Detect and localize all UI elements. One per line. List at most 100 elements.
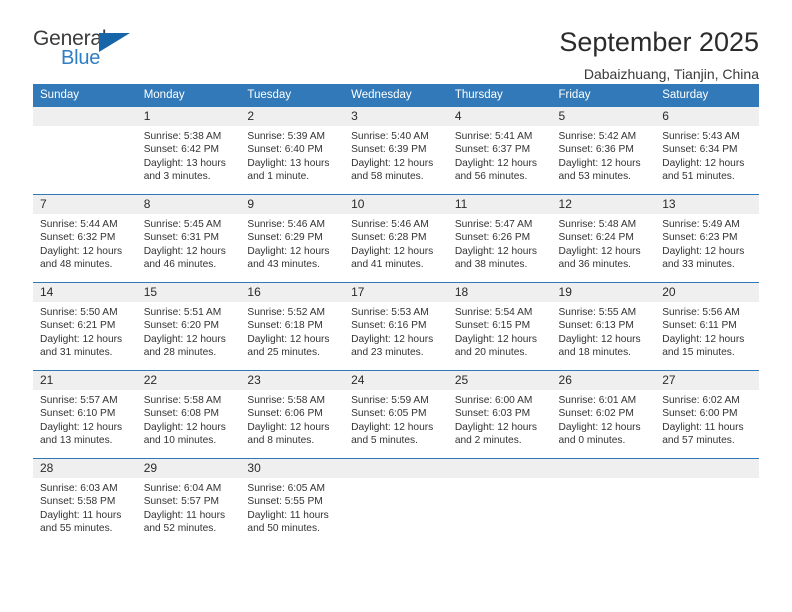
calendar-day-cell[interactable]: 4 Sunrise: 5:41 AM Sunset: 6:37 PM Daylight… — [447, 106, 552, 195]
daylight-text: Daylight: 12 hours and 33 minutes. — [662, 245, 745, 271]
sunset-text: Sunset: 6:10 PM — [40, 408, 116, 420]
sunrise-text: Sunrise: 5:46 AM — [247, 219, 325, 230]
calendar-day-cell[interactable]: 22 Sunrise: 5:58 AM Sunset: 6:08 PM Dayligh… — [136, 370, 241, 459]
calendar-day-cell[interactable]: 21 Sunrise: 5:57 AM Sunset: 6:10 PM Dayligh… — [33, 370, 137, 459]
day-number: 29 — [136, 459, 241, 478]
day-number: 14 — [33, 283, 137, 302]
calendar-day-cell[interactable]: 13 Sunrise: 5:49 AM Sunset: 6:23 PM Dayligh… — [655, 194, 759, 283]
calendar-day-cell[interactable]: 11 Sunrise: 5:47 AM Sunset: 6:26 PM Dayligh… — [447, 194, 552, 283]
sunset-text: Sunset: 6:02 PM — [558, 408, 634, 420]
calendar-day-cell[interactable]: 18 Sunrise: 5:54 AM Sunset: 6:15 PM Dayligh… — [447, 282, 552, 371]
sunrise-text: Sunrise: 5:43 AM — [662, 131, 740, 142]
day-number: 2 — [240, 107, 345, 126]
daylight-text: Daylight: 12 hours and 2 minutes. — [454, 421, 537, 447]
calendar-day-cell[interactable]: 25 Sunrise: 6:00 AM Sunset: 6:03 PM Dayligh… — [447, 370, 552, 459]
calendar-day-cell[interactable]: 27 Sunrise: 6:02 AM Sunset: 6:00 PM Dayligh… — [655, 370, 759, 459]
day-details: Sunrise: 5:51 AM Sunset: 6:20 PM Daylight:… — [136, 302, 241, 360]
day-details — [447, 478, 552, 482]
day-number: 22 — [136, 371, 241, 390]
calendar-day-cell[interactable]: 6 Sunrise: 5:43 AM Sunset: 6:34 PM Daylight… — [655, 106, 759, 195]
daylight-text: Daylight: 12 hours and 58 minutes. — [351, 157, 434, 183]
daylight-text: Daylight: 11 hours and 50 minutes. — [247, 509, 329, 535]
day-details: Sunrise: 6:00 AM Sunset: 6:03 PM Daylight:… — [447, 390, 552, 448]
calendar-cell-empty — [33, 106, 137, 195]
sunrise-text: Sunrise: 5:47 AM — [454, 219, 533, 230]
day-details: Sunrise: 5:47 AM Sunset: 6:26 PM Daylight:… — [447, 214, 552, 272]
daylight-text: Daylight: 12 hours and 38 minutes. — [454, 245, 537, 271]
sunset-text: Sunset: 6:21 PM — [40, 320, 116, 332]
day-details: Sunrise: 5:39 AM Sunset: 6:40 PM Daylight:… — [240, 126, 345, 184]
day-details: Sunrise: 5:40 AM Sunset: 6:39 PM Daylight:… — [344, 126, 448, 184]
day-details: Sunrise: 6:03 AM Sunset: 5:58 PM Daylight:… — [33, 478, 137, 536]
weekday-header-wednesday: Wednesday — [344, 84, 448, 107]
daylight-text: Daylight: 12 hours and 43 minutes. — [247, 245, 330, 271]
calendar-week-row: 28 Sunrise: 6:03 AM Sunset: 5:58 PM Dayligh… — [33, 458, 759, 549]
day-details: Sunrise: 5:45 AM Sunset: 6:31 PM Daylight:… — [136, 214, 241, 272]
sunset-text: Sunset: 6:39 PM — [351, 144, 427, 156]
sunrise-text: Sunrise: 5:58 AM — [247, 395, 325, 406]
sunset-text: Sunset: 6:15 PM — [454, 320, 531, 332]
weekday-header-friday: Friday — [551, 84, 656, 107]
sunrise-text: Sunrise: 5:42 AM — [558, 131, 637, 142]
calendar-day-cell[interactable]: 12 Sunrise: 5:48 AM Sunset: 6:24 PM Dayligh… — [551, 194, 656, 283]
sunrise-text: Sunrise: 5:46 AM — [351, 219, 429, 230]
daylight-text: Daylight: 12 hours and 36 minutes. — [558, 245, 641, 271]
day-number: 10 — [344, 195, 448, 214]
day-number: 28 — [33, 459, 137, 478]
day-details — [551, 478, 656, 482]
sunset-text: Sunset: 6:23 PM — [662, 232, 738, 244]
daylight-text: Daylight: 13 hours and 3 minutes. — [143, 157, 226, 183]
day-details: Sunrise: 5:58 AM Sunset: 6:08 PM Daylight:… — [136, 390, 241, 448]
calendar-day-cell[interactable]: 15 Sunrise: 5:51 AM Sunset: 6:20 PM Dayligh… — [136, 282, 241, 371]
day-details — [655, 478, 759, 482]
day-details: Sunrise: 5:50 AM Sunset: 6:21 PM Daylight:… — [33, 302, 137, 360]
day-details: Sunrise: 5:57 AM Sunset: 6:10 PM Daylight:… — [33, 390, 137, 448]
calendar-day-cell[interactable]: 3 Sunrise: 5:40 AM Sunset: 6:39 PM Daylight… — [344, 106, 448, 195]
day-details: Sunrise: 5:44 AM Sunset: 6:32 PM Daylight:… — [33, 214, 137, 272]
calendar-day-cell[interactable]: 1 Sunrise: 5:38 AM Sunset: 6:42 PM Daylight… — [136, 106, 241, 195]
calendar-day-cell[interactable]: 19 Sunrise: 5:55 AM Sunset: 6:13 PM Dayligh… — [551, 282, 656, 371]
day-number: 16 — [240, 283, 345, 302]
calendar-day-cell[interactable]: 7 Sunrise: 5:44 AM Sunset: 6:32 PM Daylight… — [33, 194, 137, 283]
sunset-text: Sunset: 6:32 PM — [40, 232, 116, 244]
calendar-day-cell[interactable]: 28 Sunrise: 6:03 AM Sunset: 5:58 PM Dayligh… — [33, 458, 137, 549]
day-number: 4 — [447, 107, 552, 126]
sunset-text: Sunset: 6:18 PM — [247, 320, 323, 332]
calendar-day-cell[interactable]: 16 Sunrise: 5:52 AM Sunset: 6:18 PM Dayligh… — [240, 282, 345, 371]
calendar-day-cell[interactable]: 23 Sunrise: 5:58 AM Sunset: 6:06 PM Dayligh… — [240, 370, 345, 459]
calendar-week-row: 1 Sunrise: 5:38 AM Sunset: 6:42 PM Daylight… — [33, 106, 759, 195]
calendar-cell-empty — [344, 458, 448, 549]
calendar-day-cell[interactable]: 9 Sunrise: 5:46 AM Sunset: 6:29 PM Daylight… — [240, 194, 345, 283]
calendar-day-cell[interactable]: 29 Sunrise: 6:04 AM Sunset: 5:57 PM Dayligh… — [136, 458, 241, 549]
sunset-text: Sunset: 6:16 PM — [351, 320, 427, 332]
calendar-day-cell[interactable]: 10 Sunrise: 5:46 AM Sunset: 6:28 PM Dayligh… — [344, 194, 448, 283]
calendar-day-cell[interactable]: 24 Sunrise: 5:59 AM Sunset: 6:05 PM Dayligh… — [344, 370, 448, 459]
day-number — [655, 459, 759, 478]
sunrise-text: Sunrise: 5:52 AM — [247, 307, 325, 318]
day-number: 26 — [551, 371, 656, 390]
sunset-text: Sunset: 6:37 PM — [454, 144, 531, 156]
day-number — [33, 107, 137, 126]
calendar-day-cell[interactable]: 17 Sunrise: 5:53 AM Sunset: 6:16 PM Dayligh… — [344, 282, 448, 371]
daylight-text: Daylight: 12 hours and 53 minutes. — [558, 157, 641, 183]
daylight-text: Daylight: 12 hours and 8 minutes. — [247, 421, 330, 447]
sunset-text: Sunset: 6:13 PM — [558, 320, 634, 332]
calendar-day-cell[interactable]: 14 Sunrise: 5:50 AM Sunset: 6:21 PM Dayligh… — [33, 282, 137, 371]
day-details: Sunrise: 5:53 AM Sunset: 6:16 PM Daylight:… — [344, 302, 448, 360]
day-number: 25 — [447, 371, 552, 390]
calendar-day-cell[interactable]: 30 Sunrise: 6:05 AM Sunset: 5:55 PM Dayligh… — [240, 458, 345, 549]
calendar-day-cell[interactable]: 2 Sunrise: 5:39 AM Sunset: 6:40 PM Daylight… — [240, 106, 345, 195]
day-details: Sunrise: 5:48 AM Sunset: 6:24 PM Daylight:… — [551, 214, 656, 272]
calendar-day-cell[interactable]: 20 Sunrise: 5:56 AM Sunset: 6:11 PM Dayligh… — [655, 282, 759, 371]
calendar-day-cell[interactable]: 8 Sunrise: 5:45 AM Sunset: 6:31 PM Daylight… — [136, 194, 241, 283]
calendar-page: General Blue September 2025 Dabaizhuang,… — [0, 0, 792, 612]
calendar-day-cell[interactable]: 26 Sunrise: 6:01 AM Sunset: 6:02 PM Dayligh… — [551, 370, 656, 459]
day-number: 27 — [655, 371, 759, 390]
page-title: September 2025 — [559, 27, 759, 57]
daylight-text: Daylight: 12 hours and 18 minutes. — [558, 333, 641, 359]
triangle-icon — [99, 33, 130, 52]
day-number: 5 — [551, 107, 656, 126]
calendar-day-cell[interactable]: 5 Sunrise: 5:42 AM Sunset: 6:36 PM Daylight… — [551, 106, 656, 195]
day-details: Sunrise: 5:59 AM Sunset: 6:05 PM Daylight:… — [344, 390, 448, 448]
title-block: September 2025 Dabaizhuang, Tianjin, Chi… — [559, 26, 759, 83]
